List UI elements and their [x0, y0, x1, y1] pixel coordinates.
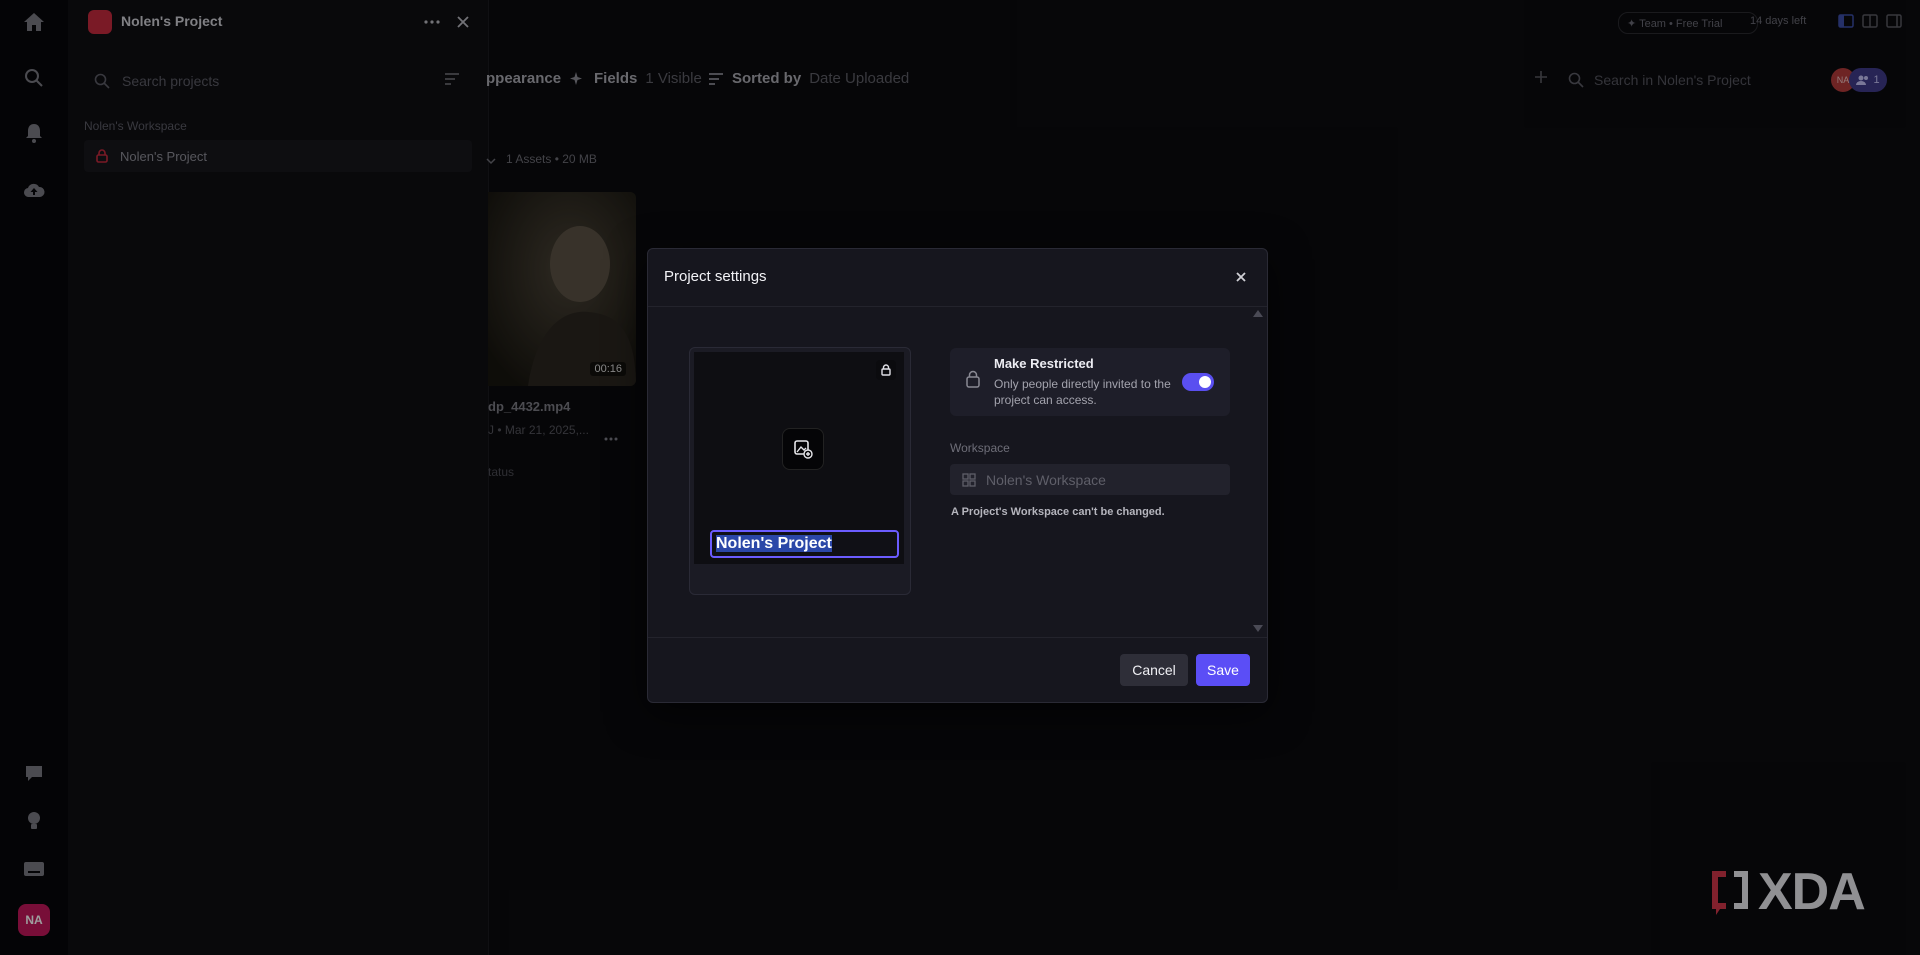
restricted-toggle[interactable] [1182, 373, 1214, 391]
grid-icon [962, 472, 976, 487]
project-name-value: Nolen's Project [716, 535, 832, 552]
scroll-up-arrow[interactable] [1253, 310, 1263, 317]
scroll-down-arrow[interactable] [1253, 625, 1263, 632]
workspace-field-value: Nolen's Workspace [986, 471, 1106, 488]
cancel-button[interactable]: Cancel [1120, 654, 1188, 686]
workspace-note: A Project's Workspace can't be changed. [951, 506, 1165, 518]
restricted-heading: Make Restricted [994, 356, 1094, 371]
project-settings-dialog: Project settings Nolen's Project Make Re… [647, 248, 1268, 703]
workspace-field-label: Workspace [950, 441, 1010, 455]
dialog-footer-divider [648, 637, 1267, 638]
restricted-description: Only people directly invited to the proj… [994, 377, 1171, 407]
dialog-header: Project settings [648, 249, 1267, 307]
dialog-title: Project settings [664, 268, 767, 285]
project-cover-card: Nolen's Project [689, 347, 911, 595]
workspace-field: Nolen's Workspace [950, 464, 1230, 495]
add-cover-image-icon[interactable] [782, 428, 824, 470]
restricted-setting: Make Restricted Only people directly inv… [950, 348, 1230, 416]
save-button[interactable]: Save [1196, 654, 1250, 686]
close-icon[interactable] [1231, 267, 1251, 287]
project-name-input[interactable]: Nolen's Project [710, 530, 899, 558]
lock-icon [966, 370, 980, 393]
lock-icon [876, 360, 896, 380]
cover-preview: Nolen's Project [694, 352, 904, 564]
